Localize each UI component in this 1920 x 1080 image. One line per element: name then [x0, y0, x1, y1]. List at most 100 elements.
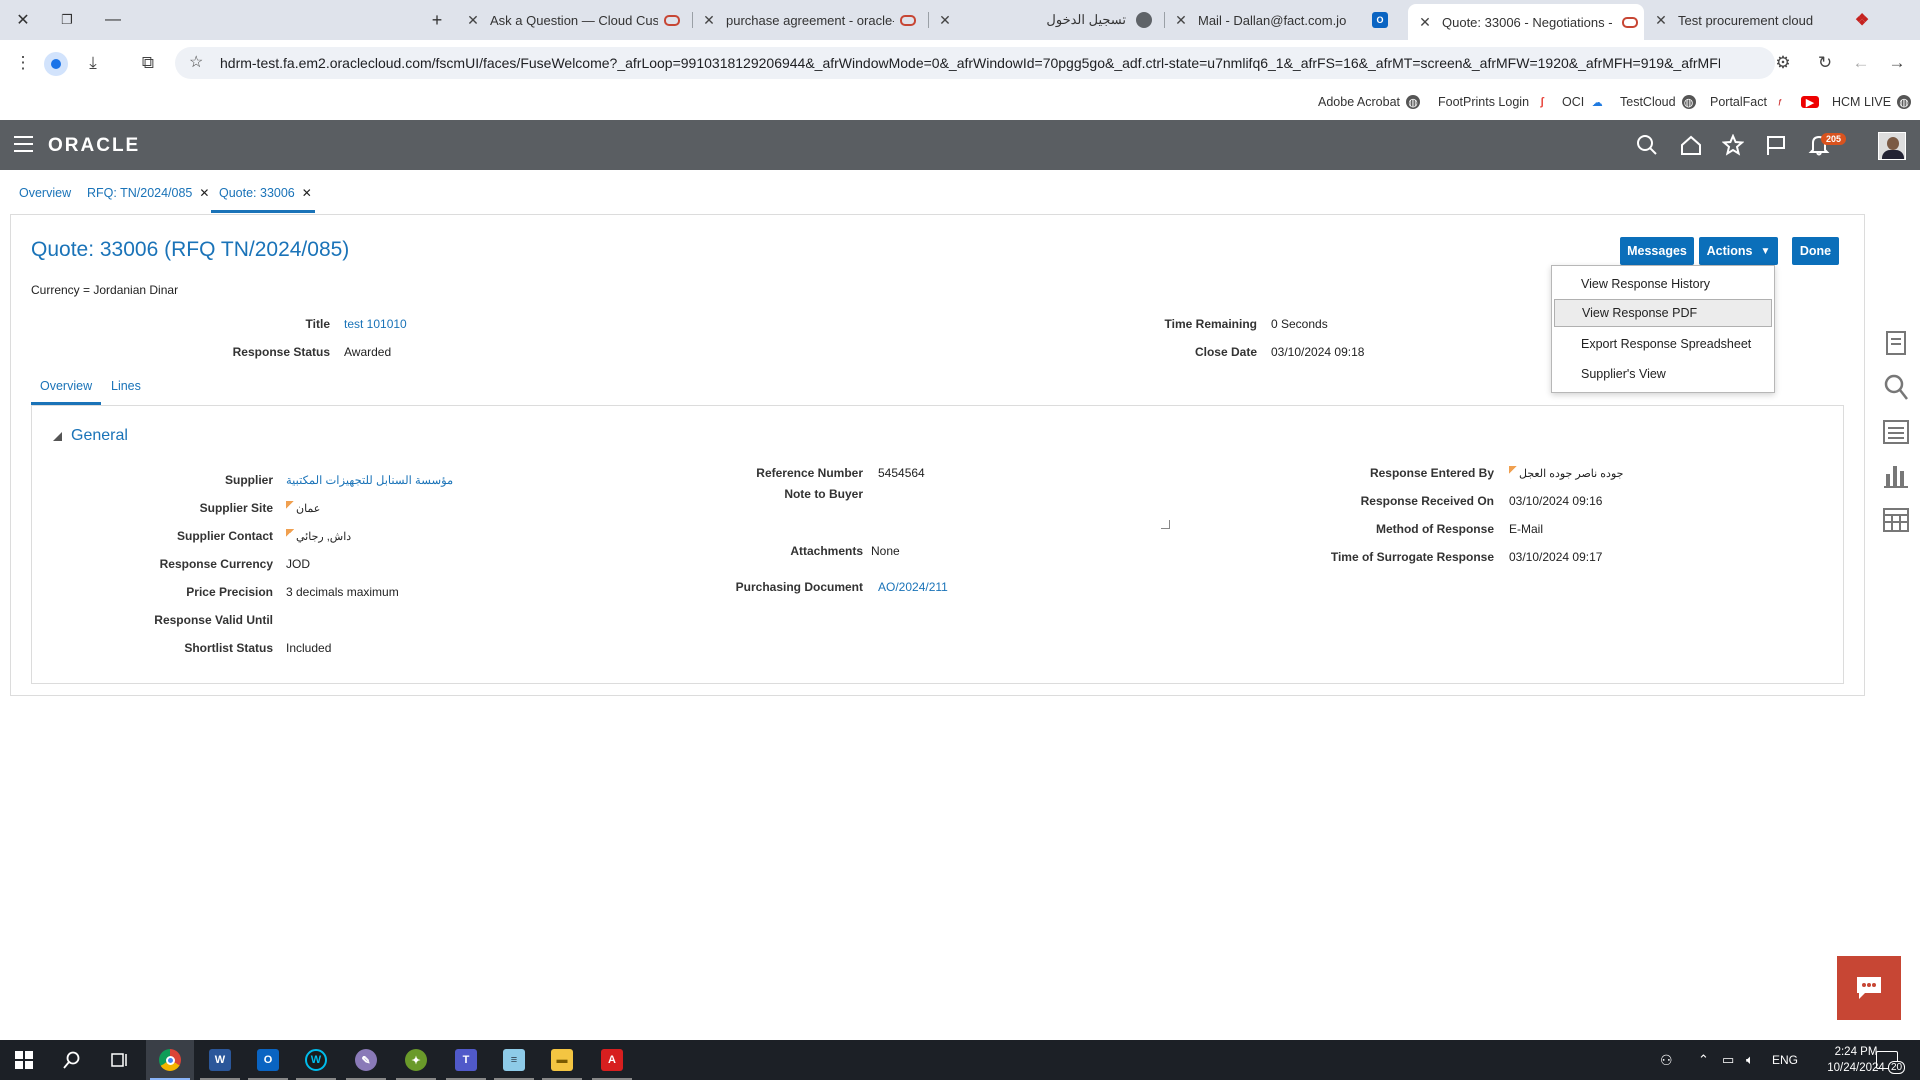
response-received-on-label: Response Received On — [1360, 494, 1494, 508]
title-value[interactable]: test 101010 — [344, 317, 407, 331]
tab-rfq[interactable]: RFQ: TN/2024/085 ✕ — [87, 186, 209, 200]
tray-chevron-up-icon[interactable]: ⌃ — [1698, 1040, 1709, 1080]
close-tab-icon[interactable]: ✕ — [464, 12, 482, 29]
action-center-icon[interactable]: 20 — [1876, 1040, 1906, 1080]
chat-button[interactable] — [1837, 956, 1901, 1020]
close-tab-icon[interactable]: ✕ — [700, 12, 718, 29]
site-settings-icon[interactable]: ⚙ — [1768, 48, 1798, 78]
watchlist-flag-icon[interactable] — [1763, 132, 1789, 158]
windows-start-icon[interactable] — [0, 1040, 48, 1080]
paint-taskbar-icon[interactable]: ✎ — [342, 1040, 390, 1080]
forward-icon[interactable]: → — [1882, 48, 1912, 78]
webex-logo: W — [305, 1049, 327, 1071]
navigator-menu-icon[interactable] — [14, 136, 33, 152]
oracle-icon — [1622, 16, 1638, 28]
language-indicator[interactable]: ENG — [1772, 1040, 1798, 1080]
bookmark-oci[interactable]: OCI ☁ — [1562, 92, 1604, 112]
search-panel-icon[interactable] — [1877, 369, 1915, 405]
close-tab-icon[interactable]: ✕ — [1416, 14, 1434, 31]
search-icon[interactable] — [1634, 132, 1660, 158]
menu-item-view-response-pdf[interactable]: View Response PDF — [1554, 299, 1772, 327]
close-window-icon[interactable]: ✕ — [0, 0, 46, 40]
close-tab-icon[interactable]: ✕ — [199, 186, 209, 200]
extension-icon[interactable]: ❖ — [1842, 0, 1882, 40]
reference-number-value: 5454564 — [878, 466, 925, 480]
attachments-value[interactable]: None — [871, 544, 900, 558]
browser-tab[interactable]: ✕ purchase agreement - oracle-h — [700, 6, 922, 34]
bookmark-hcm-live[interactable]: HCM LIVE ◍ — [1832, 92, 1912, 112]
shortlist-status-value: Included — [286, 641, 332, 655]
task-view-icon[interactable] — [96, 1040, 144, 1080]
caret-down-icon: ▼ — [1760, 245, 1771, 257]
browser-tab[interactable]: ✕ Ask a Question — Cloud Custo — [464, 6, 686, 34]
tab-overview[interactable]: Overview — [19, 186, 71, 200]
home-icon[interactable] — [1678, 132, 1704, 158]
favorites-star-icon[interactable] — [1720, 132, 1746, 158]
user-avatar[interactable] — [1878, 132, 1906, 160]
download-icon[interactable]: ⤓ — [78, 48, 108, 78]
calendar-icon[interactable] — [1877, 501, 1915, 537]
note-resize-handle[interactable] — [1161, 520, 1170, 529]
taskbar-search-icon[interactable] — [48, 1040, 96, 1080]
note-to-buyer-label: Note to Buyer — [784, 487, 863, 501]
acrobat-taskbar-icon[interactable]: A — [588, 1040, 636, 1080]
more-menu-icon[interactable]: ⋮ — [8, 48, 38, 78]
bookmark-testcloud[interactable]: TestCloud ◍ — [1620, 92, 1696, 112]
word-taskbar-icon[interactable]: W — [196, 1040, 244, 1080]
browser-tab[interactable]: ✕ تسجيل الدخول — [936, 6, 1158, 34]
teams-taskbar-icon[interactable]: T — [442, 1040, 490, 1080]
volume-icon[interactable]: 🔈︎ — [1746, 1040, 1754, 1080]
menu-item-export-response-spreadsheet[interactable]: Export Response Spreadsheet — [1552, 330, 1774, 358]
collapse-triangle-icon[interactable] — [53, 432, 62, 441]
teams-logo: T — [455, 1049, 477, 1071]
bookmark-adobe-acrobat[interactable]: Adobe Acrobat ◍ — [1318, 92, 1421, 112]
restore-window-icon[interactable]: ❐ — [44, 0, 90, 40]
oracle-global-header: ORACLE — [0, 120, 1920, 170]
people-icon[interactable]: ⚇ — [1660, 1040, 1673, 1080]
browser-tab[interactable]: ✕ Test procurement cloud — [1652, 6, 1852, 34]
network-icon[interactable]: ▭ — [1722, 1040, 1734, 1080]
browser-tab-active[interactable]: ✕ Quote: 33006 - Negotiations - O — [1408, 4, 1644, 40]
outlook-taskbar-icon[interactable]: O — [244, 1040, 292, 1080]
bookmark-portalfact[interactable]: PortalFact ƒ ▶ — [1710, 92, 1819, 112]
purchasing-document-value[interactable]: AO/2024/211 — [878, 580, 948, 594]
document-icon[interactable] — [1877, 325, 1915, 361]
new-tab-icon[interactable]: + — [414, 0, 460, 40]
tab-quote[interactable]: Quote: 33006 ✕ — [219, 186, 312, 200]
supplier-value[interactable]: مؤسسة السنابل للتجهيزات المكتبية — [286, 473, 453, 487]
menu-item-suppliers-view[interactable]: Supplier's View — [1552, 360, 1774, 388]
close-date-label: Close Date — [1194, 345, 1257, 359]
bookmark-star-icon[interactable]: ☆ — [189, 52, 203, 72]
bookmark-footprints-login[interactable]: FootPrints Login ʃ — [1438, 92, 1549, 112]
webex-taskbar-icon[interactable]: W — [292, 1040, 340, 1080]
chart-icon[interactable] — [1877, 457, 1915, 493]
extensions-puzzle-icon[interactable]: ⧉ — [133, 48, 163, 78]
time-of-surrogate-response-value: 03/10/2024 09:17 — [1509, 550, 1603, 564]
close-tab-icon[interactable]: ✕ — [302, 186, 312, 200]
reload-icon[interactable]: ↻ — [1810, 48, 1840, 78]
menu-item-view-response-history[interactable]: View Response History — [1552, 270, 1774, 298]
subtab-overview[interactable]: Overview — [40, 379, 92, 393]
close-tab-icon[interactable]: ✕ — [936, 12, 954, 29]
close-tab-icon[interactable]: ✕ — [1172, 12, 1190, 29]
subtab-lines[interactable]: Lines — [111, 379, 141, 393]
currency-label: Currency = Jordanian Dinar — [31, 283, 179, 297]
file-explorer-taskbar-icon[interactable]: ▬ — [538, 1040, 586, 1080]
messages-button[interactable]: Messages — [1620, 237, 1694, 265]
list-icon[interactable] — [1877, 414, 1915, 450]
chrome-taskbar-icon[interactable] — [146, 1040, 194, 1080]
close-tab-icon[interactable]: ✕ — [1652, 12, 1670, 29]
app-taskbar-icon[interactable]: ✦ — [392, 1040, 440, 1080]
oracle-icon — [900, 14, 916, 26]
general-section-title[interactable]: General — [71, 427, 128, 445]
profile-avatar-icon[interactable] — [44, 52, 68, 76]
minimize-window-icon[interactable]: — — [90, 0, 136, 40]
notepad-taskbar-icon[interactable]: ≡ — [490, 1040, 538, 1080]
response-received-on-value: 03/10/2024 09:16 — [1509, 494, 1603, 508]
address-bar[interactable]: ☆ hdrm-test.fa.em2.oraclecloud.com/fscmU… — [175, 47, 1775, 79]
browser-tab[interactable]: ✕ Mail - Dallan@fact.com.jo O — [1172, 6, 1394, 34]
back-icon[interactable]: ← — [1846, 48, 1876, 78]
done-button[interactable]: Done — [1792, 237, 1839, 265]
actions-button[interactable]: Actions ▼ — [1699, 237, 1778, 265]
youtube-icon[interactable]: ▶ — [1800, 96, 1819, 109]
